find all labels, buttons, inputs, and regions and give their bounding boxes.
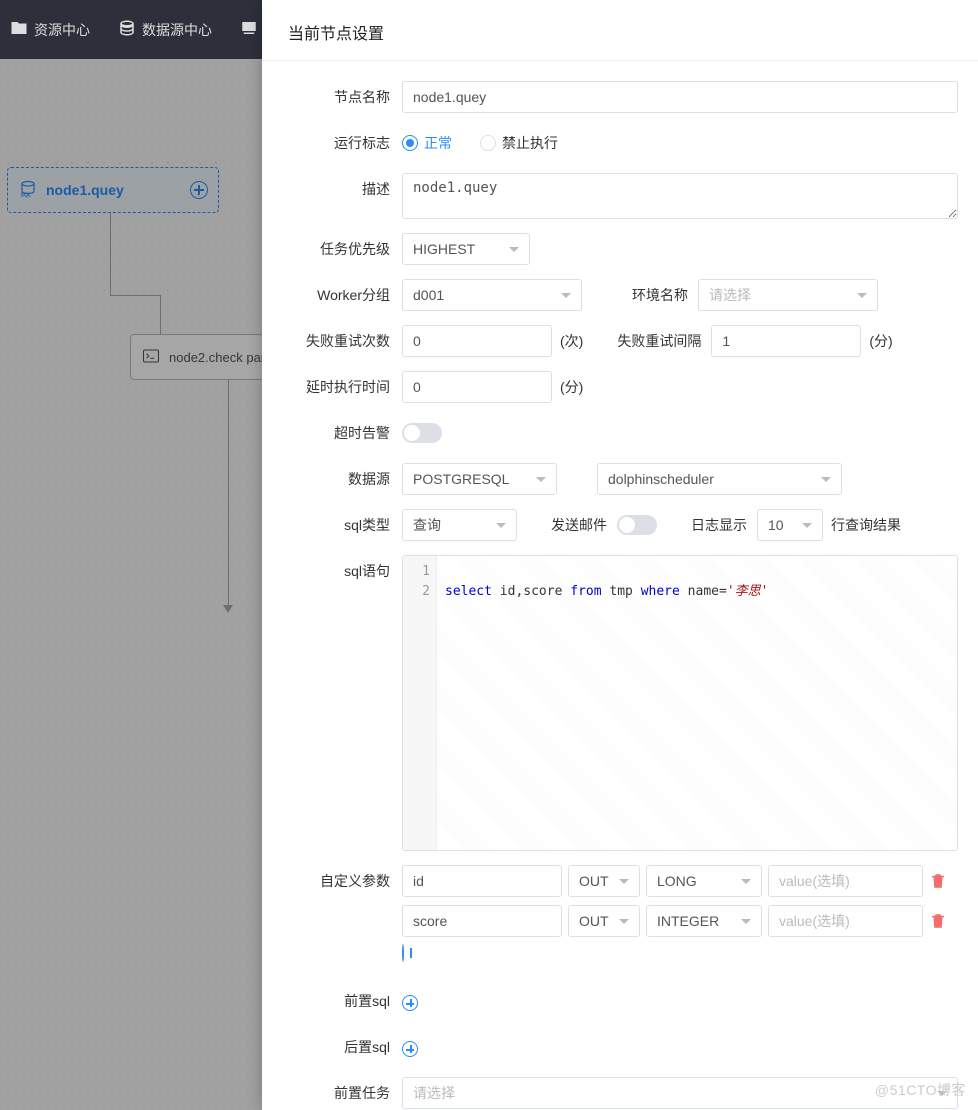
param-name-input[interactable]: [402, 865, 562, 897]
select-value: LONG: [657, 873, 697, 889]
add-param-button[interactable]: [402, 944, 404, 962]
sql-type-select[interactable]: 查询: [402, 509, 517, 541]
send-mail-switch[interactable]: [617, 515, 657, 535]
param-direction-select[interactable]: OUT: [568, 905, 640, 937]
custom-param-row: OUT LONG: [402, 865, 947, 897]
worker-group-select[interactable]: d001: [402, 279, 582, 311]
label-pre-sql: 前置sql: [262, 985, 402, 1017]
custom-params-list: OUT LONG OUT INTEGER: [402, 865, 947, 961]
node-name-input[interactable]: [402, 81, 958, 113]
param-value-input[interactable]: [768, 865, 923, 897]
nav-label: 数据源中心: [142, 20, 212, 40]
param-direction-select[interactable]: OUT: [568, 865, 640, 897]
database-icon: [118, 19, 136, 40]
watermark: @51CTO博客: [875, 1080, 966, 1100]
label-pre-tasks: 前置任务: [262, 1077, 402, 1109]
select-value: 10: [768, 517, 784, 533]
log-rows-select[interactable]: 10: [757, 509, 823, 541]
custom-param-row: OUT INTEGER: [402, 905, 947, 937]
label-post-sql: 后置sql: [262, 1031, 402, 1063]
sql-code-editor[interactable]: 12 select id,score from tmp where name='…: [402, 555, 958, 851]
label-env-name: 环境名称: [622, 279, 698, 311]
label-node-name: 节点名称: [262, 81, 402, 113]
radio-label: 禁止执行: [502, 133, 558, 153]
drawer-title: 当前节点设置: [262, 0, 978, 61]
select-value: d001: [413, 287, 444, 303]
select-value: dolphinscheduler: [608, 471, 714, 487]
label-timeout-alarm: 超时告警: [262, 417, 402, 449]
select-value: OUT: [579, 913, 609, 929]
select-placeholder: 请选择: [709, 285, 751, 305]
radio-label: 正常: [424, 133, 452, 153]
label-retry-interval: 失败重试间隔: [607, 325, 711, 357]
datasource-name-select[interactable]: dolphinscheduler: [597, 463, 842, 495]
select-value: 查询: [413, 515, 441, 535]
radio-dot-icon: [402, 135, 418, 151]
label-delay-exec: 延时执行时间: [262, 371, 402, 403]
label-worker-group: Worker分组: [262, 279, 402, 311]
add-pre-sql-button[interactable]: [402, 995, 418, 1011]
env-name-select[interactable]: 请选择: [698, 279, 878, 311]
label-run-flag: 运行标志: [262, 127, 402, 159]
label-description: 描述: [262, 173, 402, 205]
drawer-body: 节点名称 运行标志 正常 禁止执行 描述 node1.quey: [262, 61, 978, 1110]
radio-dot-icon: [480, 135, 496, 151]
label-sql-stmt: sql语句: [262, 555, 402, 587]
retry-count-unit: (次): [560, 325, 583, 357]
nav-monitor[interactable]: [240, 19, 258, 40]
monitor-icon: [240, 19, 258, 40]
delay-exec-input[interactable]: [402, 371, 552, 403]
select-value: OUT: [579, 873, 609, 889]
param-value-input[interactable]: [768, 905, 923, 937]
param-name-input[interactable]: [402, 905, 562, 937]
radio-run-flag-forbidden[interactable]: 禁止执行: [480, 133, 558, 153]
label-priority: 任务优先级: [262, 233, 402, 265]
label-sql-type: sql类型: [262, 509, 402, 541]
delay-exec-unit: (分): [560, 371, 583, 403]
select-value: HIGHEST: [413, 241, 475, 257]
timeout-alarm-switch[interactable]: [402, 423, 442, 443]
select-value: INTEGER: [657, 913, 719, 929]
datasource-type-select[interactable]: POSTGRESQL: [402, 463, 557, 495]
node-settings-drawer: 当前节点设置 节点名称 运行标志 正常 禁止执行 描述 nod: [262, 0, 978, 1110]
label-log-display: 日志显示: [681, 509, 757, 541]
priority-select[interactable]: HIGHEST: [402, 233, 530, 265]
param-type-select[interactable]: INTEGER: [646, 905, 762, 937]
nav-label: 资源中心: [34, 20, 90, 40]
code-gutter: 12: [403, 556, 437, 850]
label-send-mail: 发送邮件: [541, 509, 617, 541]
delete-param-button[interactable]: [929, 872, 947, 890]
delete-param-button[interactable]: [929, 912, 947, 930]
code-body[interactable]: select id,score from tmp where name='李思': [437, 556, 957, 850]
retry-interval-input[interactable]: [711, 325, 861, 357]
label-retry-count: 失败重试次数: [262, 325, 402, 357]
select-placeholder: 请选择: [413, 1083, 455, 1103]
label-custom-params: 自定义参数: [262, 865, 402, 897]
select-value: POSTGRESQL: [413, 471, 509, 487]
nav-resource-center[interactable]: 资源中心: [10, 19, 90, 40]
description-textarea[interactable]: node1.quey: [402, 173, 958, 219]
retry-count-input[interactable]: [402, 325, 552, 357]
run-flag-radio-group: 正常 禁止执行: [402, 127, 558, 159]
label-datasource: 数据源: [262, 463, 402, 495]
retry-interval-unit: (分): [869, 325, 892, 357]
add-post-sql-button[interactable]: [402, 1041, 418, 1057]
radio-run-flag-normal[interactable]: 正常: [402, 133, 452, 153]
param-type-select[interactable]: LONG: [646, 865, 762, 897]
nav-datasource-center[interactable]: 数据源中心: [118, 19, 212, 40]
log-display-suffix: 行查询结果: [831, 509, 901, 541]
folder-icon: [10, 19, 28, 40]
